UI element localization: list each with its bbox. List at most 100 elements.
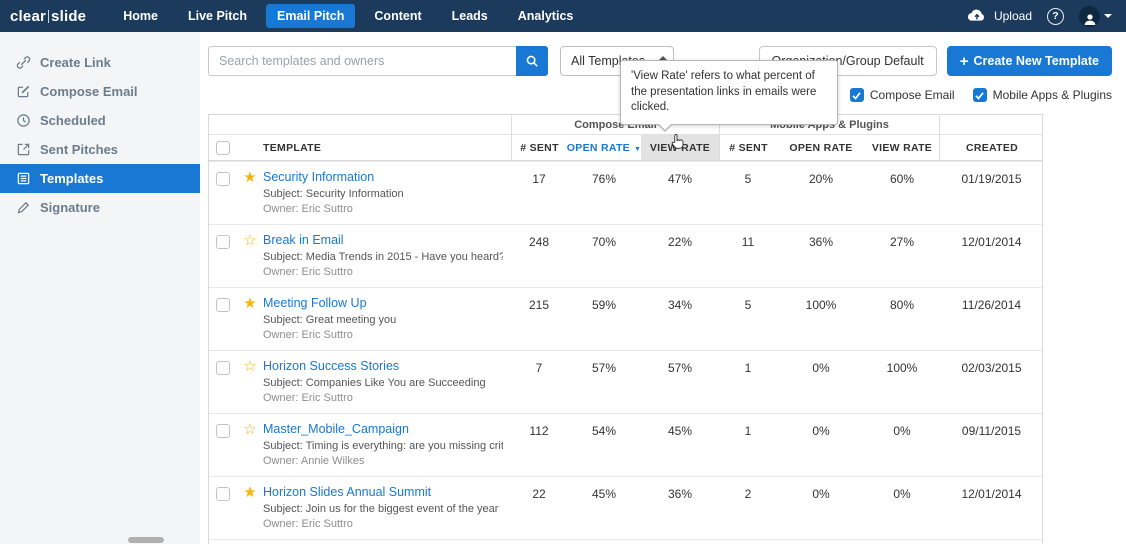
compose-view-rate-value: 45% xyxy=(667,424,693,438)
compose-sent-value: 215 xyxy=(528,298,550,312)
compose-open-rate-value: 76% xyxy=(591,172,617,186)
filter-compose-email[interactable]: Compose Email xyxy=(849,88,955,102)
nav-item-email-pitch[interactable]: Email Pitch xyxy=(266,4,356,28)
sidebar-item-compose-email[interactable]: Compose Email xyxy=(0,77,200,106)
app-logo[interactable]: clear slide xyxy=(10,8,86,25)
template-subject: Subject: Timing is everything: are you m… xyxy=(263,440,503,452)
horizontal-scrollbar-thumb[interactable] xyxy=(128,537,164,543)
mobile-open-rate-value: 0% xyxy=(812,361,830,375)
mobile-sent-value: 1 xyxy=(744,361,752,375)
filter-mobile-apps-plugins[interactable]: Mobile Apps & Plugins xyxy=(972,88,1112,102)
checkbox-checked-icon xyxy=(849,88,864,102)
sidebar-item-create-link[interactable]: Create Link xyxy=(0,48,200,77)
table-row: ☆ Horizon Success Stories Subject: Compa… xyxy=(209,350,1042,413)
upload-cloud-icon xyxy=(966,7,988,25)
mobile-view-rate-value: 80% xyxy=(889,298,915,312)
select-all-checkbox[interactable] xyxy=(216,140,230,155)
create-new-template-button[interactable]: Create New Template xyxy=(946,46,1112,76)
compose-open-rate-value: 57% xyxy=(591,361,617,375)
favorite-star-icon[interactable]: ★ xyxy=(243,485,256,530)
sidebar-item-label: Templates xyxy=(40,171,104,186)
row-checkbox-cell xyxy=(209,422,237,467)
row-checkbox[interactable] xyxy=(216,235,230,249)
template-title-link[interactable]: Horizon Success Stories xyxy=(263,359,503,373)
sidebar-item-label: Compose Email xyxy=(40,84,138,99)
template-owner: Owner: Eric Suttro xyxy=(263,329,353,341)
mobile-open-rate-value: 0% xyxy=(812,487,830,501)
table-row: ★ Security Information Subject: Security… xyxy=(209,161,1042,224)
sort-desc-icon xyxy=(630,142,641,154)
nav-item-home[interactable]: Home xyxy=(112,4,169,28)
sidebar-item-scheduled[interactable]: Scheduled xyxy=(0,106,200,135)
chevron-down-icon xyxy=(1104,14,1112,18)
table-row: ☆ Master_Mobile_Campaign Subject: Timing… xyxy=(209,413,1042,476)
row-checkbox[interactable] xyxy=(216,298,230,312)
row-checkbox-cell xyxy=(209,233,237,278)
template-subject: Subject: Companies Like You are Succeedi… xyxy=(263,377,486,389)
table-body: ★ Security Information Subject: Security… xyxy=(209,161,1042,544)
column-header-sent-compose[interactable]: # SENT xyxy=(511,135,567,160)
template-title-link[interactable]: Master_Mobile_Campaign xyxy=(263,422,503,436)
row-star-cell: ☆ xyxy=(237,422,263,467)
compose-view-rate-value: 36% xyxy=(667,487,693,501)
column-header-view-rate-mobile[interactable]: VIEW RATE xyxy=(865,135,939,160)
templates-table: Compose Email Mobile Apps & Plugins TEMP… xyxy=(208,114,1043,544)
sidebar-item-templates[interactable]: Templates xyxy=(0,164,200,193)
star-column-header xyxy=(237,135,263,160)
row-checkbox[interactable] xyxy=(216,487,230,501)
account-menu[interactable] xyxy=(1079,5,1112,27)
compose-open-rate-value: 59% xyxy=(591,298,617,312)
create-new-template-label: Create New Template xyxy=(973,54,1099,68)
sidebar-item-label: Signature xyxy=(40,200,100,215)
sidebar-item-sent-pitches[interactable]: Sent Pitches xyxy=(0,135,200,164)
template-subject: Subject: Security Information xyxy=(263,188,404,200)
column-header-template[interactable]: TEMPLATE xyxy=(263,135,511,160)
favorite-star-icon[interactable]: ☆ xyxy=(243,233,256,278)
search-group xyxy=(208,46,548,76)
help-icon[interactable]: ? xyxy=(1047,7,1064,25)
mobile-view-rate-value: 100% xyxy=(886,361,918,375)
mobile-open-rate-value: 20% xyxy=(808,172,834,186)
row-checkbox[interactable] xyxy=(216,361,230,375)
column-header-created[interactable]: CREATED xyxy=(939,135,1044,160)
template-title-link[interactable]: Security Information xyxy=(263,170,503,184)
sidebar-item-signature[interactable]: Signature xyxy=(0,193,200,222)
compose-sent-value: 17 xyxy=(532,172,546,186)
nav-item-leads[interactable]: Leads xyxy=(441,4,499,28)
column-header-open-rate-mobile[interactable]: OPEN RATE xyxy=(777,135,865,160)
search-button[interactable] xyxy=(516,46,548,76)
favorite-star-icon[interactable]: ★ xyxy=(243,170,256,215)
table-row: ☆ Did you know? Subject: Investing in sa… xyxy=(209,539,1042,544)
row-star-cell: ☆ xyxy=(237,233,263,278)
column-header-sent-mobile[interactable]: # SENT xyxy=(719,135,777,160)
nav-item-live-pitch[interactable]: Live Pitch xyxy=(177,4,258,28)
nav-item-content[interactable]: Content xyxy=(363,4,432,28)
template-title-link[interactable]: Break in Email xyxy=(263,233,503,247)
top-nav-right: Upload ? xyxy=(966,5,1126,27)
column-header-open-rate-compose[interactable]: OPEN RATE xyxy=(567,135,641,160)
row-checkbox-cell xyxy=(209,170,237,215)
sent-icon xyxy=(17,143,30,156)
nav-item-analytics[interactable]: Analytics xyxy=(507,4,585,28)
select-all-checkbox-cell xyxy=(209,135,237,160)
sidebar-item-label: Create Link xyxy=(40,55,111,70)
upload-button[interactable]: Upload xyxy=(966,7,1032,25)
row-star-cell: ★ xyxy=(237,170,263,215)
favorite-star-icon[interactable]: ★ xyxy=(243,296,256,341)
template-title-link[interactable]: Meeting Follow Up xyxy=(263,296,503,310)
compose-open-rate-value: 70% xyxy=(591,235,617,249)
row-checkbox[interactable] xyxy=(216,172,230,186)
favorite-star-icon[interactable]: ☆ xyxy=(243,359,256,404)
row-checkbox[interactable] xyxy=(216,424,230,438)
compose-icon xyxy=(17,85,30,98)
template-info-cell: Master_Mobile_Campaign Subject: Timing i… xyxy=(263,422,511,467)
filter-label: Compose Email xyxy=(869,88,955,102)
template-title-link[interactable]: Horizon Slides Annual Summit xyxy=(263,485,503,499)
created-date-value: 01/19/2015 xyxy=(961,172,1022,186)
favorite-star-icon[interactable]: ☆ xyxy=(243,422,256,467)
search-input[interactable] xyxy=(208,46,516,76)
logo-text-left: clear xyxy=(10,7,47,25)
compose-open-rate-value: 45% xyxy=(591,487,617,501)
template-info-cell: Security Information Subject: Security I… xyxy=(263,170,511,215)
compose-sent-value: 112 xyxy=(529,424,549,438)
